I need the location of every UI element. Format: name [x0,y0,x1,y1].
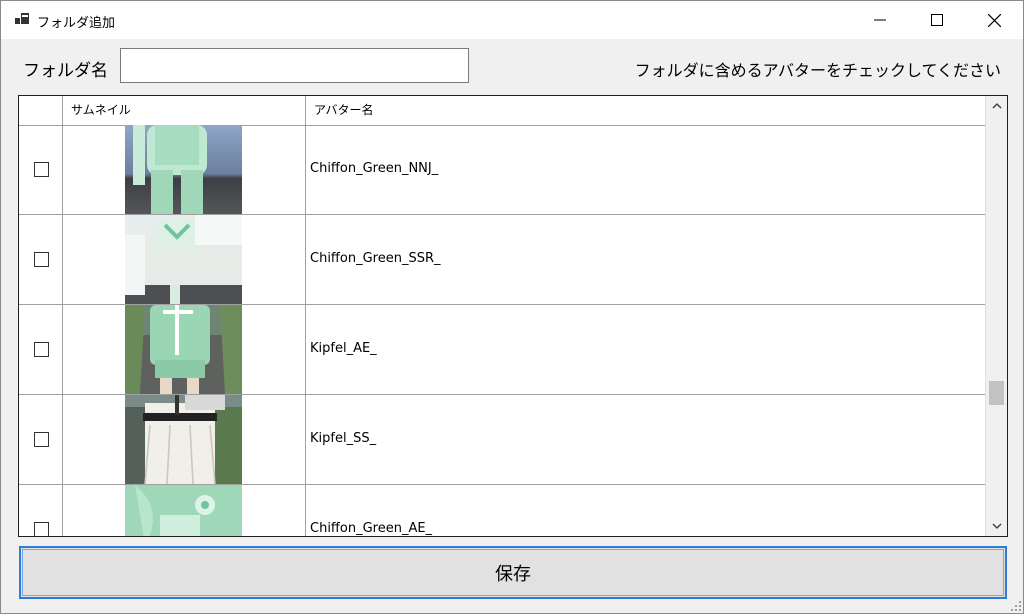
folder-name-label: フォルダ名 [23,61,108,81]
avatar-thumbnail [125,125,242,214]
resize-grip-icon[interactable] [1011,601,1021,611]
title-bar[interactable]: フォルダ追加 [1,1,1023,39]
vertical-scrollbar[interactable] [985,96,1007,536]
avatar-thumbnail [125,305,242,394]
chevron-down-icon [992,523,1001,529]
row-checkbox[interactable] [34,342,49,357]
close-button[interactable] [965,1,1023,39]
grid-header: サムネイル アバター名 [19,96,986,126]
header-avatar-name-column[interactable]: アバター名 [306,96,986,125]
folder-app-icon [15,13,29,24]
table-row[interactable]: Chiffon_Green_SSR_ [19,215,986,305]
avatar-name: Chiffon_Green_NNJ_ [310,161,439,176]
scrollbar-thumb[interactable] [989,381,1004,405]
save-button[interactable]: 保存 [19,546,1007,599]
add-folder-window: フォルダ追加 フォルダ名 フォルダに含めるアバターをチェックしてください サムネ… [0,0,1024,614]
avatar-thumbnail [125,485,242,536]
row-checkbox[interactable] [34,162,49,177]
avatar-grid: サムネイル アバター名 Chiffon_Green_NNJ_ Chiffon_G… [18,95,1008,537]
close-icon [987,13,1001,27]
table-row[interactable]: Kipfel_SS_ [19,395,986,485]
chevron-up-icon [992,103,1001,109]
avatar-name: Kipfel_AE_ [310,341,377,356]
header-check-column[interactable] [19,96,63,125]
avatar-name: Kipfel_SS_ [310,431,377,446]
header-thumbnail-column[interactable]: サムネイル [63,96,306,125]
avatar-name: Chiffon_Green_AE_ [310,521,433,536]
row-checkbox[interactable] [34,432,49,447]
focus-ring [22,549,1004,596]
minimize-button[interactable] [851,1,909,39]
avatar-name: Chiffon_Green_SSR_ [310,251,441,266]
table-row[interactable]: Chiffon_Green_AE_ [19,485,986,536]
row-checkbox[interactable] [34,252,49,267]
avatar-thumbnail [125,215,242,304]
instruction-text: フォルダに含めるアバターをチェックしてください [634,61,1001,80]
window-title: フォルダ追加 [37,16,116,31]
avatar-thumbnail [125,395,242,484]
table-row[interactable]: Chiffon_Green_NNJ_ [19,125,986,215]
minimize-icon [874,19,886,21]
table-row[interactable]: Kipfel_AE_ [19,305,986,395]
maximize-button[interactable] [908,1,966,39]
row-checkbox[interactable] [34,522,49,536]
scroll-up-button[interactable] [986,96,1007,116]
grid-rows: Chiffon_Green_NNJ_ Chiffon_Green_SSR_ Ki… [19,125,986,536]
scroll-down-button[interactable] [986,516,1007,536]
maximize-icon [931,14,943,26]
folder-name-input[interactable] [120,48,469,83]
